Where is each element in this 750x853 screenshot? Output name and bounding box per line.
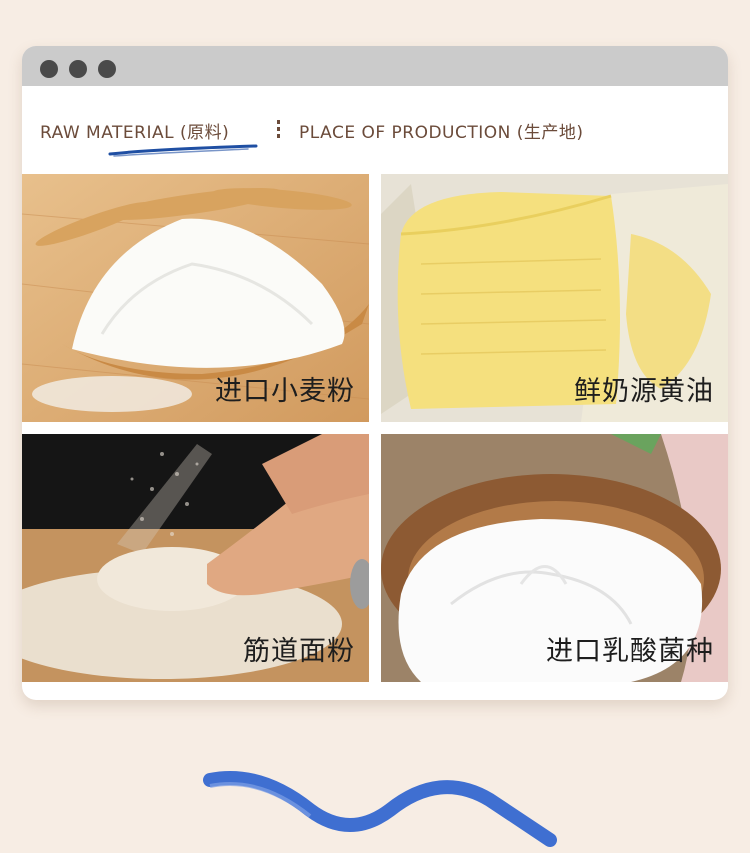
ingredient-card-flour[interactable]: 进口小麦粉 bbox=[22, 174, 369, 422]
ingredient-caption: 进口乳酸菌种 bbox=[546, 636, 714, 667]
window-dot-maximize[interactable] bbox=[98, 60, 116, 78]
ingredient-caption: 进口小麦粉 bbox=[215, 376, 355, 407]
ingredient-caption: 筋道面粉 bbox=[243, 636, 355, 667]
ingredient-card-dough[interactable]: 筋道面粉 bbox=[22, 434, 369, 682]
ingredient-card-butter[interactable]: 鲜奶源黄油 bbox=[381, 174, 728, 422]
window-dot-close[interactable] bbox=[40, 60, 58, 78]
active-tab-underline bbox=[108, 144, 258, 157]
tab-place-of-production[interactable]: PLACE OF PRODUCTION (生产地) bbox=[299, 118, 584, 143]
decorative-ribbon bbox=[203, 771, 557, 847]
ingredient-card-yogurt[interactable]: 进口乳酸菌种 bbox=[381, 434, 728, 682]
browser-window: RAW MATERIAL (原料) PLACE OF PRODUCTION (生… bbox=[22, 46, 728, 700]
window-titlebar bbox=[22, 46, 728, 86]
tab-separator bbox=[277, 120, 280, 138]
window-dot-minimize[interactable] bbox=[69, 60, 87, 78]
ingredient-grid: 进口小麦粉 鲜奶源黄油 筋道面粉 进口乳酸菌种 bbox=[22, 174, 728, 690]
tab-bar: RAW MATERIAL (原料) PLACE OF PRODUCTION (生… bbox=[22, 86, 728, 174]
tab-raw-material[interactable]: RAW MATERIAL (原料) bbox=[40, 118, 229, 143]
ingredient-caption: 鲜奶源黄油 bbox=[574, 376, 714, 407]
